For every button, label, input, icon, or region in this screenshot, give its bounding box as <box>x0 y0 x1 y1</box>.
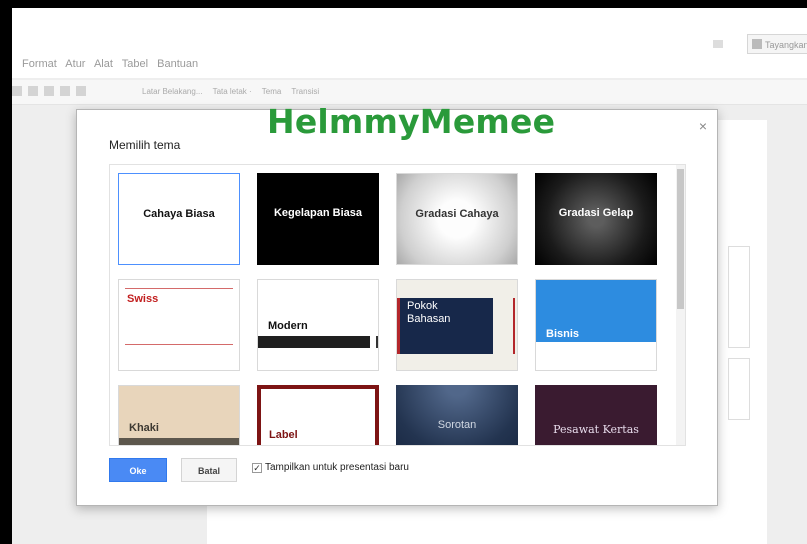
theme-tile-modern[interactable]: Modern <box>257 279 379 371</box>
image-icon[interactable] <box>12 86 22 96</box>
theme-dialog: HelmmyMemee Memilih tema × Cahaya Biasa … <box>76 102 718 506</box>
theme-label: Modern <box>268 320 308 332</box>
theme-tile-swiss[interactable]: Swiss <box>118 279 240 371</box>
decor-line <box>397 298 400 354</box>
watermark-text: HelmmyMemee <box>267 102 556 141</box>
shape-icon[interactable] <box>44 86 54 96</box>
theme-tile-kegelapan-biasa[interactable]: Kegelapan Biasa <box>257 173 379 265</box>
dialog-title: Memilih tema <box>109 138 181 152</box>
comment-toolbar-icon[interactable] <box>76 86 86 96</box>
present-button[interactable]: Tayangkan <box>747 34 807 54</box>
decor-bar <box>376 336 378 348</box>
theme-label: Pesawat Kertas <box>553 423 639 436</box>
toolbar-icons <box>12 86 132 98</box>
toolbar-layout[interactable]: Tata letak · <box>213 87 252 96</box>
theme-tile-label[interactable]: Label <box>257 385 379 445</box>
dialog-footer: Oke Batal ✓ Tampilkan untuk presentasi b… <box>109 456 669 484</box>
theme-label: Label <box>269 429 298 441</box>
theme-label: Gradasi Gelap <box>558 207 634 219</box>
menu-bantuan[interactable]: Bantuan <box>157 58 198 70</box>
cancel-button[interactable]: Batal <box>181 458 237 482</box>
ok-button[interactable]: Oke <box>109 458 167 482</box>
toolbar-labels: Latar Belakang... Tata letak · Tema Tran… <box>142 87 327 96</box>
toolbar-theme[interactable]: Tema <box>262 87 282 96</box>
theme-tile-cahaya-biasa[interactable]: Cahaya Biasa <box>118 173 240 265</box>
comment-icon[interactable] <box>713 40 723 48</box>
theme-tile-bisnis[interactable]: Bisnis <box>535 279 657 371</box>
decor-line <box>125 344 233 345</box>
theme-tile-gradasi-cahaya[interactable]: Gradasi Cahaya <box>396 173 518 265</box>
play-icon <box>752 39 762 49</box>
menu-atur[interactable]: Atur <box>65 58 85 70</box>
menu-tabel[interactable]: Tabel <box>122 58 148 70</box>
theme-tile-khaki[interactable]: Khaki <box>118 385 240 445</box>
menubar: Format Atur Alat Tabel Bantuan Tayangkan <box>12 8 807 78</box>
close-icon[interactable]: × <box>699 118 707 134</box>
theme-label: Swiss <box>127 293 159 305</box>
present-label: Tayangkan <box>765 40 807 50</box>
menu-alat[interactable]: Alat <box>94 58 113 70</box>
theme-grid: Cahaya Biasa Kegelapan Biasa Gradasi Cah… <box>109 164 686 446</box>
theme-label: Kegelapan Biasa <box>273 207 363 219</box>
theme-label: Pokok Bahasan <box>407 300 451 325</box>
slide-element <box>728 246 750 348</box>
decor-band <box>119 438 239 445</box>
table-icon[interactable] <box>28 86 38 96</box>
decor-bar <box>258 336 370 348</box>
menu-format[interactable]: Format <box>22 58 57 70</box>
scroll-thumb[interactable] <box>677 169 684 309</box>
slide-element <box>728 358 750 420</box>
theme-label: Cahaya Biasa <box>143 208 215 220</box>
menu-list: Format Atur Alat Tabel Bantuan <box>22 58 204 70</box>
decor-line <box>125 288 233 289</box>
checkmark-icon: ✓ <box>253 463 261 473</box>
theme-tile-pesawat-kertas[interactable]: Pesawat Kertas <box>535 385 657 445</box>
theme-tile-gradasi-gelap[interactable]: Gradasi Gelap <box>535 173 657 265</box>
checkbox-label: Tampilkan untuk presentasi baru <box>265 462 409 473</box>
theme-label: Sorotan <box>437 419 477 431</box>
toolbar-transition[interactable]: Transisi <box>291 87 319 96</box>
decor-line <box>513 298 515 354</box>
theme-label: Khaki <box>129 422 159 434</box>
theme-label: Bisnis <box>546 328 580 340</box>
toolbar-background[interactable]: Latar Belakang... <box>142 87 202 96</box>
theme-label: Gradasi Cahaya <box>415 208 499 220</box>
show-for-new-checkbox[interactable]: ✓ <box>252 463 262 473</box>
line-icon[interactable] <box>60 86 70 96</box>
theme-tile-pokok-bahasan[interactable]: Pokok Bahasan <box>396 279 518 371</box>
scrollbar[interactable] <box>676 165 685 445</box>
theme-tile-sorotan[interactable]: Sorotan <box>396 385 518 445</box>
